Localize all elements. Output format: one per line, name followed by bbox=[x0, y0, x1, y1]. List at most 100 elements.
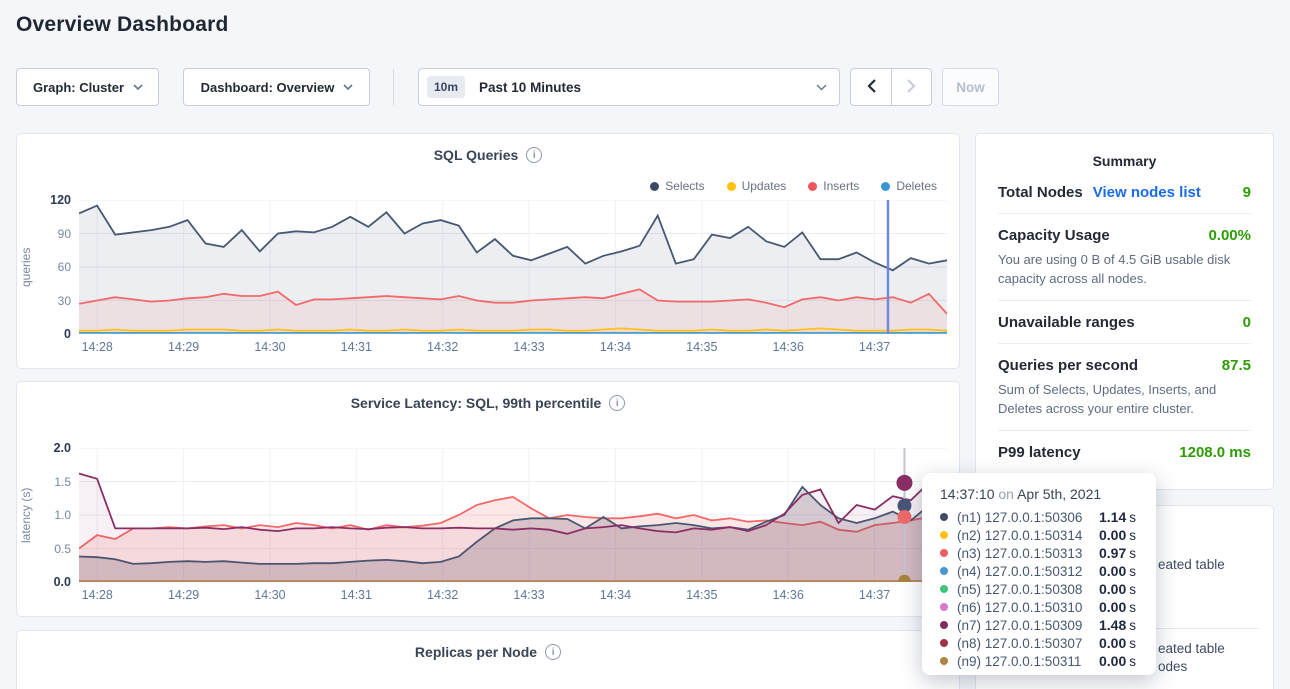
y-axis-tick: 90 bbox=[31, 227, 71, 241]
capacity-usage-label: Capacity Usage bbox=[998, 227, 1110, 244]
node-address: (n1) 127.0.0.1:50306 bbox=[957, 510, 1099, 525]
dashboard-dropdown[interactable]: Dashboard: Overview bbox=[183, 68, 370, 106]
node-latency-value: 1.48 bbox=[1099, 617, 1126, 633]
view-nodes-list-link[interactable]: View nodes list bbox=[1093, 184, 1201, 201]
chart-canvas bbox=[79, 200, 947, 334]
replicas-per-node-chart-card: Replicas per Node i bbox=[16, 630, 960, 689]
y-axis-tick: 2.0 bbox=[31, 441, 71, 455]
dashboard-dropdown-label: Dashboard: Overview bbox=[201, 80, 335, 95]
x-axis-tick: 14:35 bbox=[676, 588, 728, 602]
chevron-right-icon bbox=[907, 79, 916, 96]
x-axis-tick: 14:32 bbox=[417, 340, 469, 354]
tooltip-node-row: (n6) 127.0.0.1:503100.00s bbox=[940, 598, 1156, 616]
legend-dot bbox=[881, 182, 890, 191]
sql-queries-chart-card: SQL Queries i SelectsUpdatesInsertsDelet… bbox=[16, 133, 960, 369]
chart-plot[interactable] bbox=[79, 448, 947, 582]
time-prev-button[interactable] bbox=[850, 68, 891, 106]
x-axis-tick: 14:35 bbox=[676, 340, 728, 354]
tooltip-node-row: (n5) 127.0.0.1:503080.00s bbox=[940, 580, 1156, 598]
latency-unit: s bbox=[1129, 564, 1136, 579]
time-range-selector[interactable]: 10m Past 10 Minutes bbox=[418, 68, 840, 106]
node-color-dot bbox=[940, 657, 948, 665]
node-color-dot bbox=[940, 639, 948, 647]
node-address: (n8) 127.0.0.1:50307 bbox=[957, 636, 1099, 651]
node-color-dot bbox=[940, 513, 948, 521]
node-color-dot bbox=[940, 567, 948, 575]
now-button[interactable]: Now bbox=[942, 68, 999, 106]
tooltip-node-row: (n7) 127.0.0.1:503091.48s bbox=[940, 616, 1156, 634]
node-color-dot bbox=[940, 549, 948, 557]
y-axis-tick: 1.0 bbox=[31, 508, 71, 522]
total-nodes-label: Total Nodes bbox=[998, 184, 1083, 201]
summary-panel: Summary Total Nodes View nodes list 9 Ca… bbox=[975, 133, 1274, 490]
x-axis-tick: 14:28 bbox=[71, 340, 123, 354]
latency-unit: s bbox=[1129, 654, 1136, 669]
toolbar: Graph: Cluster Dashboard: Overview 10m P… bbox=[16, 68, 999, 106]
time-range-label: Past 10 Minutes bbox=[479, 80, 581, 95]
summary-row-capacity: Capacity Usage 0.00% You are using 0 B o… bbox=[998, 213, 1251, 300]
event-text-fragment: odes bbox=[1158, 659, 1187, 674]
capacity-usage-desc: You are using 0 B of 4.5 GiB usable disk… bbox=[998, 250, 1251, 288]
p99-latency-value: 1208.0 ms bbox=[1179, 444, 1251, 461]
chevron-left-icon bbox=[867, 79, 876, 96]
tooltip-node-row: (n1) 127.0.0.1:503061.14s bbox=[940, 508, 1156, 526]
summary-title: Summary bbox=[976, 134, 1273, 181]
legend-label: Deletes bbox=[896, 179, 937, 193]
legend-label: Selects bbox=[665, 179, 704, 193]
y-axis-tick: 1.5 bbox=[31, 475, 71, 489]
legend-label: Updates bbox=[742, 179, 787, 193]
x-axis-tick: 14:34 bbox=[589, 588, 641, 602]
chevron-down-icon bbox=[816, 84, 825, 90]
time-next-button[interactable] bbox=[891, 68, 932, 106]
x-axis-tick: 14:36 bbox=[762, 588, 814, 602]
legend-label: Inserts bbox=[823, 179, 859, 193]
y-axis-tick: 0 bbox=[31, 327, 71, 341]
legend-item-updates[interactable]: Updates bbox=[727, 179, 787, 193]
total-nodes-value: 9 bbox=[1243, 184, 1251, 201]
node-latency-value: 0.00 bbox=[1099, 563, 1126, 579]
info-icon[interactable]: i bbox=[545, 644, 561, 660]
qps-desc: Sum of Selects, Updates, Inserts, and De… bbox=[998, 380, 1251, 418]
legend-dot bbox=[650, 182, 659, 191]
graph-dropdown[interactable]: Graph: Cluster bbox=[16, 68, 159, 106]
summary-row-qps: Queries per second 87.5 Sum of Selects, … bbox=[998, 343, 1251, 430]
latency-unit: s bbox=[1129, 528, 1136, 543]
x-axis-tick: 14:30 bbox=[244, 340, 296, 354]
tooltip-node-row: (n4) 127.0.0.1:503120.00s bbox=[940, 562, 1156, 580]
node-color-dot bbox=[940, 621, 948, 629]
x-axis-tick: 14:32 bbox=[417, 588, 469, 602]
legend-item-inserts[interactable]: Inserts bbox=[808, 179, 859, 193]
node-address: (n2) 127.0.0.1:50314 bbox=[957, 528, 1099, 543]
node-address: (n7) 127.0.0.1:50309 bbox=[957, 618, 1099, 633]
y-axis-tick: 60 bbox=[31, 260, 71, 274]
node-latency-value: 0.00 bbox=[1099, 527, 1126, 543]
legend-item-selects[interactable]: Selects bbox=[650, 179, 704, 193]
x-axis-tick: 14:29 bbox=[158, 588, 210, 602]
y-axis-tick: 0.5 bbox=[31, 542, 71, 556]
latency-unit: s bbox=[1129, 600, 1136, 615]
y-axis-tick: 30 bbox=[31, 294, 71, 308]
y-axis-tick: 120 bbox=[31, 193, 71, 207]
latency-unit: s bbox=[1129, 618, 1136, 633]
tooltip-node-row: (n8) 127.0.0.1:503070.00s bbox=[940, 634, 1156, 652]
event-text-fragment: eated table bbox=[1158, 557, 1225, 572]
overview-dashboard-page: Overview Dashboard Graph: Cluster Dashbo… bbox=[0, 0, 1290, 689]
x-axis-tick: 14:37 bbox=[849, 340, 901, 354]
x-axis-tick: 14:37 bbox=[849, 588, 901, 602]
info-icon[interactable]: i bbox=[526, 147, 542, 163]
y-axis-tick: 0.0 bbox=[31, 575, 71, 589]
qps-value: 87.5 bbox=[1222, 357, 1251, 374]
chart-plot[interactable] bbox=[79, 200, 947, 334]
tooltip-node-row: (n9) 127.0.0.1:503110.00s bbox=[940, 652, 1156, 670]
service-latency-chart: latency (s) 0.00.51.01.52.014:2814:2914:… bbox=[17, 448, 959, 618]
chevron-down-icon bbox=[133, 84, 142, 90]
info-icon[interactable]: i bbox=[609, 395, 625, 411]
chart-legend: Selects Updates Inserts Deletes bbox=[650, 179, 937, 193]
chart-title: Replicas per Node bbox=[415, 644, 537, 660]
legend-item-deletes[interactable]: Deletes bbox=[881, 179, 937, 193]
x-axis-tick: 14:31 bbox=[330, 340, 382, 354]
time-range-badge: 10m bbox=[427, 76, 465, 98]
event-text-fragment: eated table bbox=[1158, 641, 1225, 656]
summary-row-p99: P99 latency 1208.0 ms bbox=[998, 430, 1251, 473]
summary-row-total-nodes: Total Nodes View nodes list 9 bbox=[998, 181, 1251, 213]
